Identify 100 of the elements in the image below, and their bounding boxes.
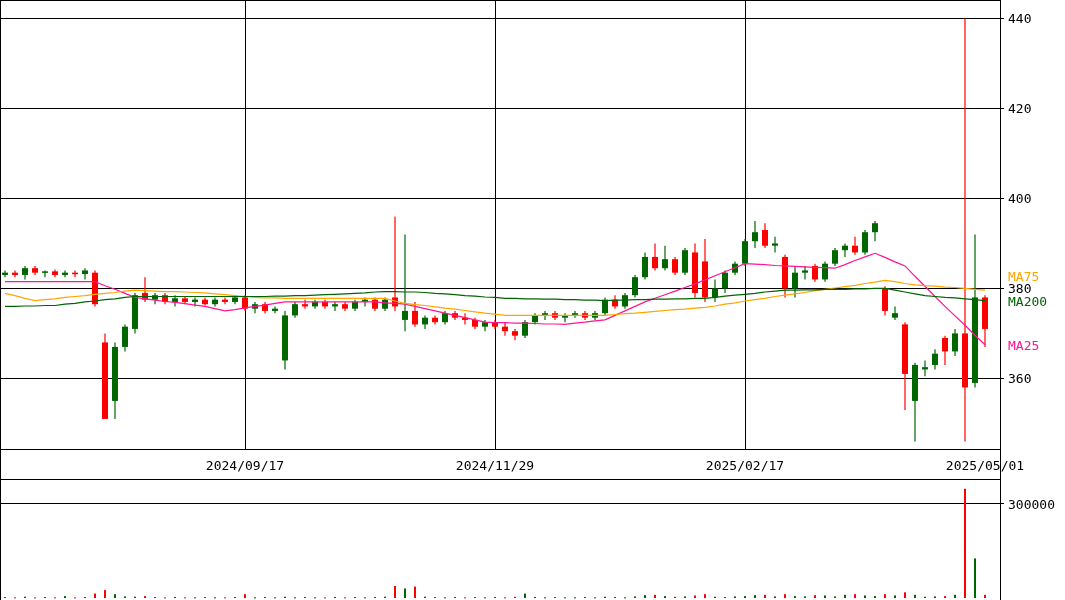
candlestick: [922, 359, 928, 377]
candlestick: [622, 292, 628, 310]
axis-label: 2024/11/29: [455, 458, 535, 473]
candlestick: [272, 305, 278, 314]
candlestick: [552, 310, 558, 321]
candlestick: [72, 269, 78, 278]
candlestick: [502, 321, 508, 337]
candlestick: [782, 254, 788, 299]
candlestick: [742, 238, 748, 267]
candlestick: [662, 245, 668, 272]
candlestick: [892, 305, 898, 321]
candlestick: [342, 301, 348, 312]
candlestick: [332, 301, 338, 312]
candlestick: [602, 296, 608, 317]
candlestick: [302, 299, 308, 310]
candlestick: [722, 269, 728, 294]
candlestick: [932, 348, 938, 371]
candlestick: [762, 222, 768, 249]
candlestick: [132, 292, 138, 335]
candlestick: [772, 236, 778, 254]
candlestick: [442, 310, 448, 326]
candlestick: [702, 238, 708, 303]
candlestick: [22, 265, 28, 281]
candlestick: [2, 269, 8, 278]
candlestick: [422, 314, 428, 330]
candlestick: [142, 276, 148, 303]
candlestick: [752, 220, 758, 249]
candlestick: [882, 285, 888, 317]
candlestick: [82, 267, 88, 281]
candlestick: [942, 335, 948, 366]
candlestick: [62, 269, 68, 278]
candlestick: [572, 310, 578, 319]
candlestick: [12, 269, 18, 278]
candlestick: [172, 294, 178, 308]
candlestick: [632, 274, 638, 299]
candlestick: [682, 247, 688, 276]
candlestick: [42, 269, 48, 278]
candlestick: [792, 265, 798, 299]
candlestick: [292, 301, 298, 319]
axis-label: 420: [1008, 101, 1032, 117]
candlestick: [712, 278, 718, 303]
axis-label: 360: [1008, 371, 1032, 387]
candlestick: [842, 242, 848, 258]
axis-label: 400: [1008, 191, 1032, 207]
candlestick: [432, 314, 438, 326]
candlestick: [382, 296, 388, 312]
candlestick: [452, 310, 458, 321]
candlestick: [202, 296, 208, 307]
candlestick: [52, 268, 58, 278]
candlestick: [262, 301, 268, 314]
candlestick: [462, 312, 468, 326]
candlestick: [372, 296, 378, 312]
candlestick: [122, 323, 128, 353]
candlestick: [802, 265, 808, 281]
candlestick: [732, 260, 738, 276]
candlestick: [832, 247, 838, 267]
candlestick: [952, 328, 958, 357]
candlestick: [192, 296, 198, 308]
candlestick: [322, 299, 328, 310]
candlestick: [212, 296, 218, 308]
candlestick: [232, 294, 238, 305]
candlestick: [582, 310, 588, 321]
candlestick: [252, 301, 258, 314]
axis-label: 440: [1008, 11, 1032, 27]
candlestick: [872, 220, 878, 242]
candlestick: [862, 229, 868, 256]
candlestick: [242, 294, 248, 312]
candlestick: [162, 292, 168, 305]
candlestick: [562, 312, 568, 323]
candlestick: [412, 301, 418, 328]
candlestick: [982, 294, 988, 348]
candlestick: [482, 319, 488, 332]
candlestick: [472, 317, 478, 330]
candlestick: [822, 260, 828, 283]
candlestick: [512, 328, 518, 341]
candlestick: [592, 310, 598, 321]
candlestick: [222, 296, 228, 305]
candlestick: [92, 269, 98, 308]
candlestick: [532, 312, 538, 326]
candlestick: [312, 299, 318, 310]
candlestick: [612, 294, 618, 310]
candlestick: [32, 265, 38, 276]
candlestick: [852, 236, 858, 256]
candlestick: [672, 256, 678, 276]
candlestick: [182, 295, 188, 305]
candlestick: [652, 242, 658, 272]
candlestick: [692, 242, 698, 299]
candlestick: [522, 319, 528, 339]
candlestick: [542, 310, 548, 321]
candlestick: [352, 299, 358, 312]
axis-label: 2025/02/17: [705, 458, 785, 473]
axis-label: 2024/09/17: [205, 458, 285, 473]
candlestick: [362, 296, 368, 308]
candlestick: [282, 310, 288, 371]
candlestick: [152, 292, 158, 305]
candlestick: [642, 251, 648, 281]
legend-label: MA25: [1008, 337, 1040, 353]
candlestick: [812, 263, 818, 283]
candlestick: [492, 319, 498, 330]
axis-label: 300000: [1008, 496, 1055, 512]
